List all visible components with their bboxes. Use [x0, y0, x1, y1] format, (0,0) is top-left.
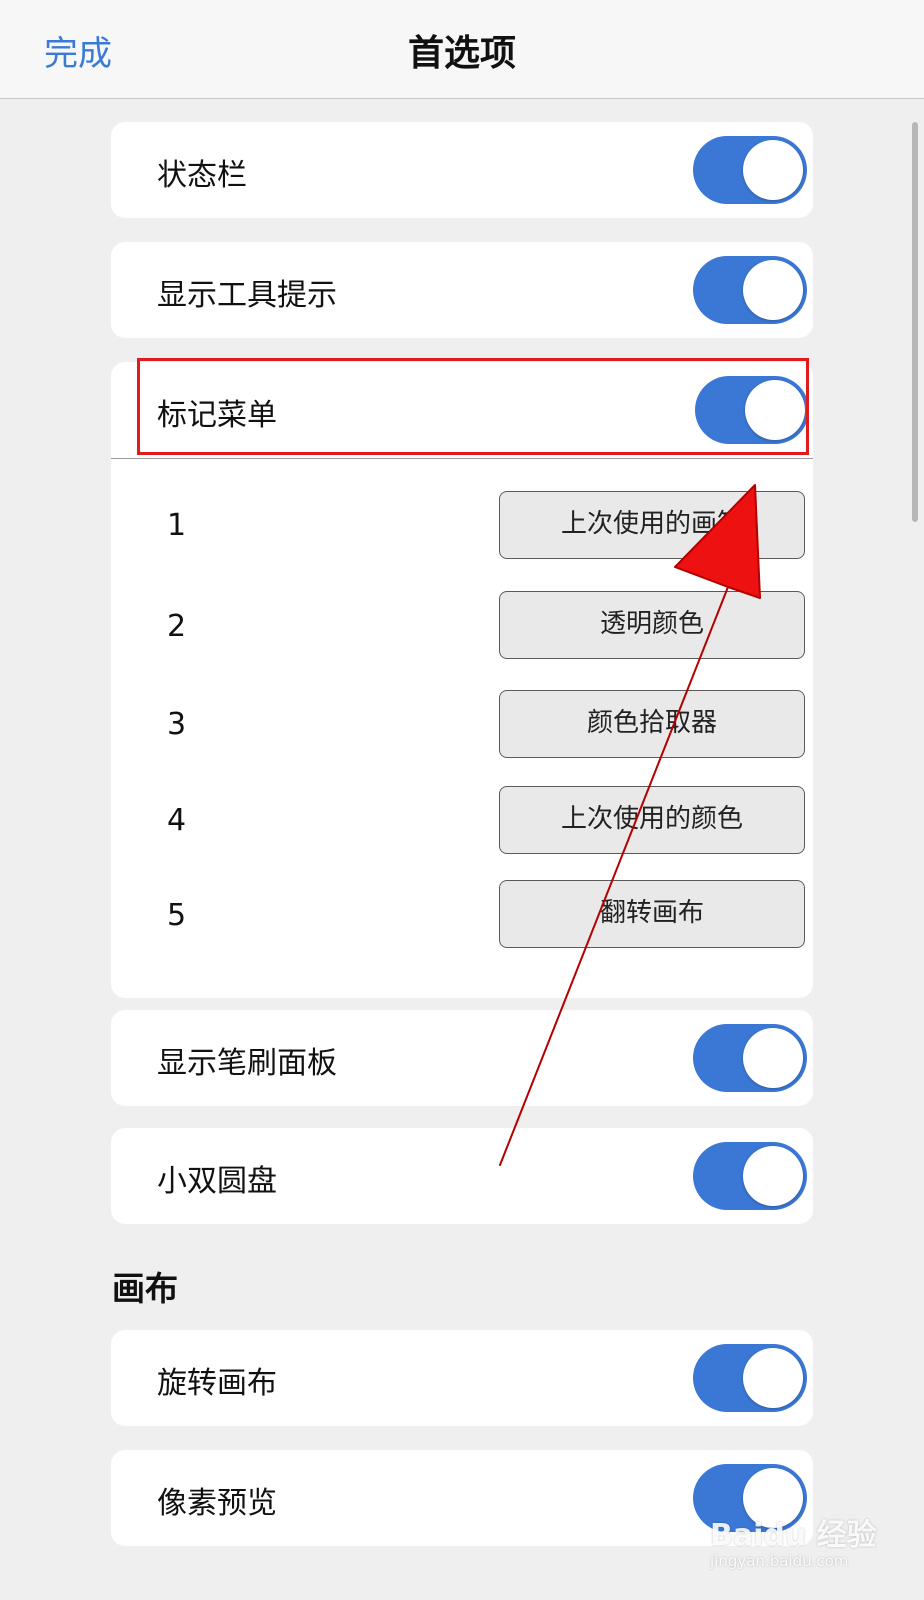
setting-row-small-double-disc: 小双圆盘: [111, 1128, 813, 1224]
baidu-jingyan-watermark: Baidu 经验 jingyan.baidu.com: [710, 1510, 880, 1580]
slot-number: 4: [167, 803, 187, 838]
setting-label: 像素预览: [157, 1486, 277, 1521]
slot-5-button[interactable]: 翻转画布: [499, 880, 805, 948]
toggle-knob: [743, 260, 803, 320]
show-brush-panel-toggle[interactable]: [693, 1024, 807, 1092]
setting-row-show-tooltips: 显示工具提示: [111, 242, 813, 338]
setting-label: 标记菜单: [157, 398, 277, 433]
show-tooltips-toggle[interactable]: [693, 256, 807, 324]
watermark-main: Baidu 经验: [710, 1518, 877, 1553]
slot-2-button[interactable]: 透明颜色: [499, 591, 805, 659]
navigation-bar: 完成 首选项: [0, 0, 924, 99]
setting-label: 显示笔刷面板: [157, 1046, 337, 1081]
divider: [111, 458, 813, 459]
setting-label: 小双圆盘: [157, 1164, 277, 1199]
section-header-canvas: 画布: [112, 1269, 178, 1308]
setting-label: 显示工具提示: [157, 278, 337, 313]
setting-label: 状态栏: [157, 158, 247, 193]
slot-3-button[interactable]: 颜色拾取器: [499, 690, 805, 758]
setting-row-rotate-canvas: 旋转画布: [111, 1330, 813, 1426]
status-bar-toggle[interactable]: [693, 136, 807, 204]
slot-number: 3: [167, 707, 187, 742]
toggle-knob: [743, 1348, 803, 1408]
toggle-knob: [743, 1146, 803, 1206]
toggle-knob: [745, 380, 805, 440]
setting-row-pixel-preview: 像素预览: [111, 1450, 813, 1546]
slot-number: 5: [167, 898, 187, 933]
slot-4-button[interactable]: 上次使用的颜色: [499, 786, 805, 854]
page-title: 首选项: [407, 33, 516, 74]
slot-number: 1: [167, 508, 187, 543]
slot-1-button[interactable]: 上次使用的画笔: [499, 491, 805, 559]
toggle-knob: [743, 1028, 803, 1088]
watermark-sub: jingyan.baidu.com: [710, 1552, 849, 1570]
marking-menu-toggle[interactable]: [695, 376, 809, 444]
setting-row-show-brush-panel: 显示笔刷面板: [111, 1010, 813, 1106]
toggle-knob: [743, 140, 803, 200]
setting-row-status-bar: 状态栏: [111, 122, 813, 218]
scrollbar[interactable]: [912, 122, 918, 522]
slot-number: 2: [167, 609, 187, 644]
small-double-disc-toggle[interactable]: [693, 1142, 807, 1210]
rotate-canvas-toggle[interactable]: [693, 1344, 807, 1412]
setting-label: 旋转画布: [157, 1366, 277, 1401]
